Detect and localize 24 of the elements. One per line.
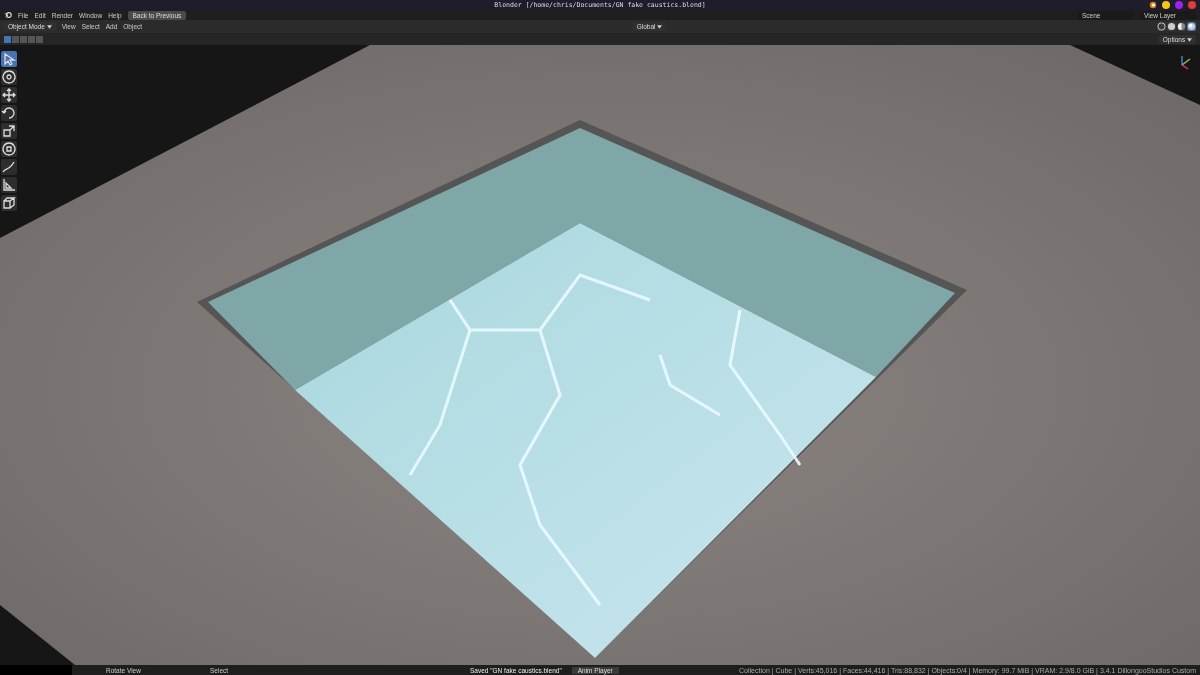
- rotate-tool-button[interactable]: [1, 105, 17, 121]
- window-control-dot[interactable]: [1162, 1, 1170, 9]
- scale-tool-button[interactable]: [1, 123, 17, 139]
- shading-mode-button[interactable]: [1167, 22, 1176, 31]
- measure-tool-button[interactable]: [1, 177, 17, 193]
- selection-mode-button[interactable]: [4, 35, 11, 43]
- app-logo-icon: [1149, 1, 1157, 9]
- caret-icon: [1187, 37, 1192, 42]
- add-cube-tool-button[interactable]: [1, 195, 17, 211]
- window-control-dot[interactable]: [1188, 1, 1196, 9]
- shading-mode-button[interactable]: [1177, 22, 1186, 31]
- transform-tool-button[interactable]: [1, 141, 17, 157]
- caret-icon: [657, 25, 663, 30]
- shading-sphere-icon: [1187, 22, 1196, 31]
- annotate-tool-button[interactable]: [1, 159, 17, 175]
- shading-mode-button[interactable]: [1187, 22, 1196, 31]
- move-tool-button[interactable]: [1, 87, 17, 103]
- cursor-tool-button[interactable]: [1, 69, 17, 85]
- shading-sphere-icon: [1177, 22, 1186, 31]
- caret-icon: [46, 25, 52, 30]
- select-tool-button[interactable]: [1, 51, 17, 67]
- app-logo-icon[interactable]: [4, 11, 12, 19]
- window-control-dot[interactable]: [1175, 1, 1183, 9]
- shading-mode-button[interactable]: [1157, 22, 1166, 31]
